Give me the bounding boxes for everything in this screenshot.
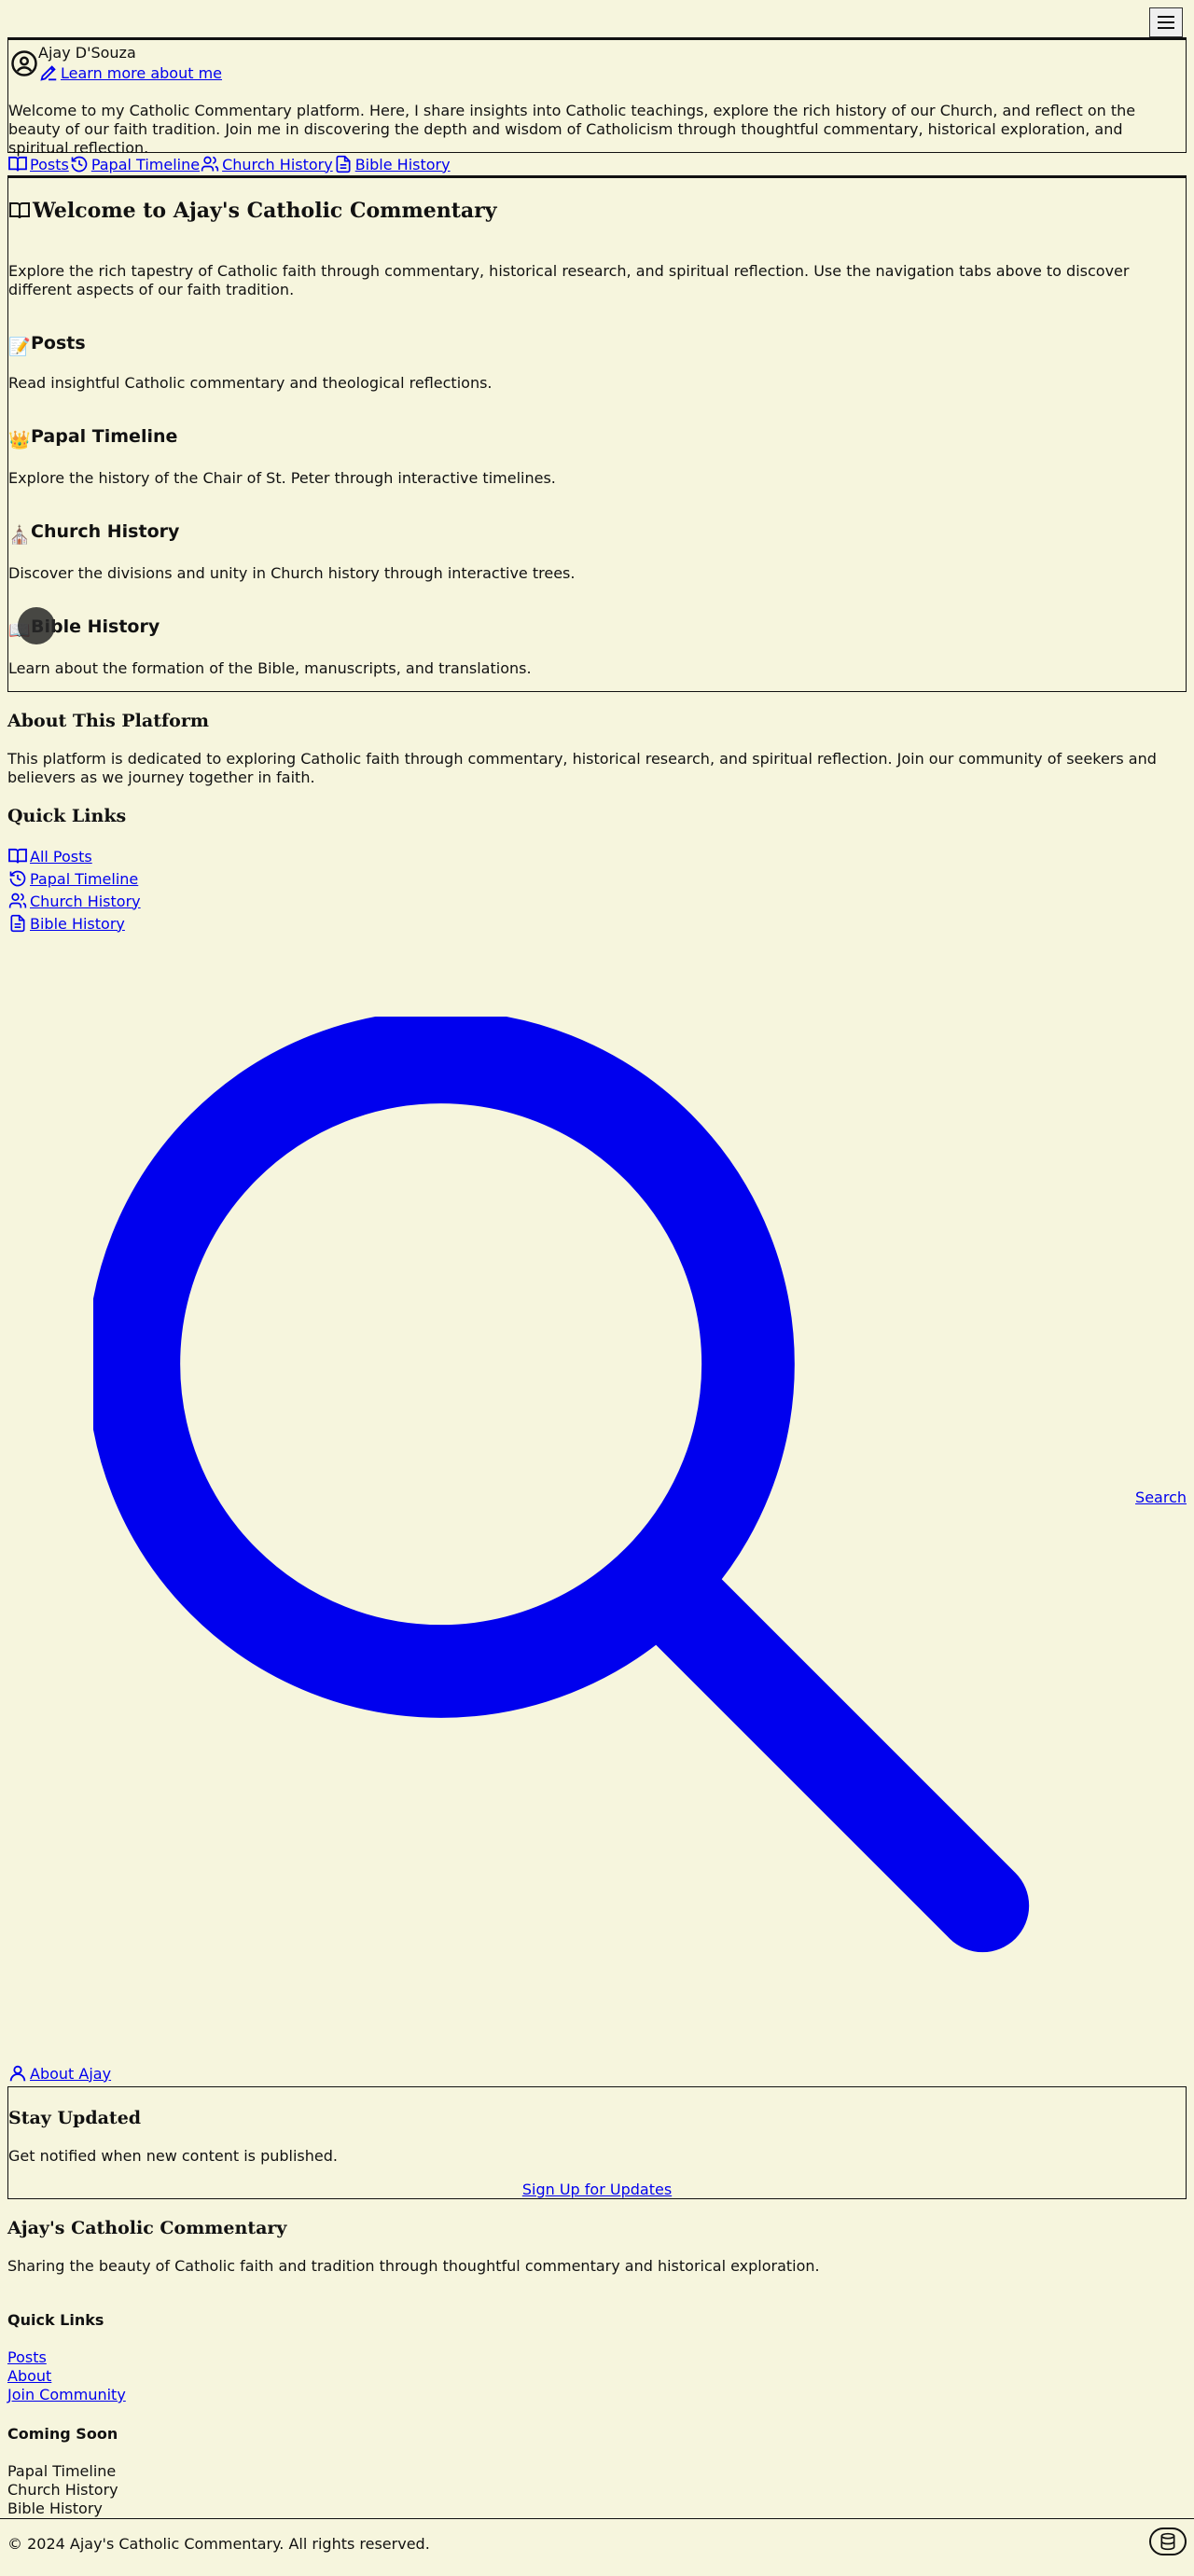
section-bible-text: Learn about the formation of the Bible, … <box>8 659 532 677</box>
quick-links-heading: Quick Links <box>7 806 127 826</box>
learn-more-label[interactable]: Learn more about me <box>61 64 222 82</box>
book-open-icon <box>8 156 27 172</box>
tab-papal-timeline-label[interactable]: Papal Timeline <box>91 156 200 173</box>
footer-tagline: Sharing the beauty of Catholic faith and… <box>7 2257 820 2275</box>
quick-links-list: All Posts Papal Timeline Church History … <box>7 845 141 935</box>
stay-updated-text: Get notified when new content is publish… <box>8 2147 338 2165</box>
coming-soon-item: Church History <box>7 2481 118 2499</box>
about-heading: About This Platform <box>7 711 209 731</box>
section-posts-title: Posts <box>31 333 86 353</box>
menu-button[interactable] <box>1149 7 1183 37</box>
quick-link-label[interactable]: Papal Timeline <box>30 870 138 888</box>
section-papal-text: Explore the history of the Chair of St. … <box>8 469 556 487</box>
footer-link-about[interactable]: About <box>7 2367 126 2386</box>
about-text: This platform is dedicated to exploring … <box>7 750 1157 786</box>
search-link[interactable]: Search <box>1135 1489 1187 1506</box>
quick-link-church-history[interactable]: Church History <box>7 890 141 912</box>
welcome-heading: Welcome to Ajay's Catholic Commentary <box>8 199 497 223</box>
welcome-title: Welcome to Ajay's Catholic Commentary <box>33 199 497 223</box>
quick-link-bible-history[interactable]: Bible History <box>7 912 141 935</box>
tab-church-history-label[interactable]: Church History <box>222 156 333 173</box>
footer-divider <box>0 2518 1194 2519</box>
footer-quick-links: Posts About Join Community <box>7 2348 126 2404</box>
search-icon[interactable] <box>93 1017 1063 1987</box>
book-open-icon <box>9 202 30 219</box>
quick-link-label[interactable]: Bible History <box>30 915 125 933</box>
tab-posts-label[interactable]: Posts <box>30 156 69 173</box>
tab-bible-history[interactable]: Bible History <box>333 155 451 173</box>
stay-updated-heading: Stay Updated <box>8 2108 142 2128</box>
section-posts-heading: 📝 Posts <box>8 333 86 357</box>
coming-soon-item: Bible History <box>7 2500 103 2517</box>
nav-tabs: Posts Papal Timeline Church History Bibl… <box>7 155 451 173</box>
tab-posts[interactable]: Posts <box>7 156 69 173</box>
database-icon <box>1160 2532 1175 2551</box>
file-text-icon <box>336 155 351 173</box>
footer-link-join-community[interactable]: Join Community <box>7 2386 126 2404</box>
tab-papal-timeline[interactable]: Papal Timeline <box>69 155 200 173</box>
quick-link-papal-timeline[interactable]: Papal Timeline <box>7 867 141 890</box>
file-text-icon <box>10 914 25 933</box>
signup-link[interactable]: Sign Up for Updates <box>522 2181 672 2198</box>
history-icon <box>9 870 26 887</box>
tab-church-history[interactable]: Church History <box>200 155 333 173</box>
users-icon <box>201 156 219 172</box>
copyright-text: © 2024 Ajay's Catholic Commentary. All r… <box>7 2535 430 2553</box>
tab-bible-history-label[interactable]: Bible History <box>355 156 451 173</box>
section-posts-text: Read insightful Catholic commentary and … <box>8 374 493 392</box>
about-ajay-link[interactable]: About Ajay <box>7 2063 111 2084</box>
section-church-text: Discover the divisions and unity in Chur… <box>8 564 576 582</box>
welcome-panel: Welcome to Ajay's Catholic Commentary Ex… <box>7 175 1187 692</box>
welcome-description: Explore the rich tapestry of Catholic fa… <box>8 262 1130 298</box>
coming-soon-item: Papal Timeline <box>7 2462 117 2480</box>
section-papal-title: Papal Timeline <box>31 426 178 447</box>
memo-icon: 📝 <box>8 337 31 357</box>
quick-link-all-posts[interactable]: All Posts <box>7 845 141 867</box>
profile-card: Ajay D'Souza Learn more about me Welcome… <box>7 37 1187 157</box>
footer-coming-soon-list: Papal Timeline Church History Bible Hist… <box>7 2462 118 2518</box>
pencil-icon <box>40 65 57 81</box>
quick-link-label[interactable]: All Posts <box>30 848 92 866</box>
book-open-icon <box>8 848 27 864</box>
learn-more-link[interactable]: Learn more about me <box>38 62 222 83</box>
crown-icon: 👑 <box>8 430 31 450</box>
footer-brand: Ajay's Catholic Commentary <box>7 2218 287 2238</box>
footer-quick-links-heading: Quick Links <box>7 2311 104 2329</box>
author-name: Ajay D'Souza <box>38 44 136 62</box>
footer-link-posts[interactable]: Posts <box>7 2348 126 2367</box>
section-church-title: Church History <box>31 521 180 542</box>
section-church-heading: ⛪ Church History <box>8 521 180 546</box>
intro-text: Welcome to my Catholic Commentary platfo… <box>8 102 1136 157</box>
quick-link-label[interactable]: Church History <box>30 893 141 910</box>
hamburger-icon <box>1158 16 1174 29</box>
footer-coming-soon-heading: Coming Soon <box>7 2425 118 2443</box>
mouse-cursor-indicator <box>18 607 55 644</box>
church-icon: ⛪ <box>8 525 31 546</box>
user-icon <box>9 2065 26 2082</box>
section-papal-heading: 👑 Papal Timeline <box>8 426 178 450</box>
stay-updated-card: Stay Updated Get notified when new conte… <box>7 2086 1187 2199</box>
about-ajay-label[interactable]: About Ajay <box>30 2065 111 2083</box>
history-icon <box>71 156 88 173</box>
database-button[interactable] <box>1149 2528 1187 2555</box>
user-circle-icon <box>11 50 37 76</box>
users-icon <box>8 893 27 908</box>
